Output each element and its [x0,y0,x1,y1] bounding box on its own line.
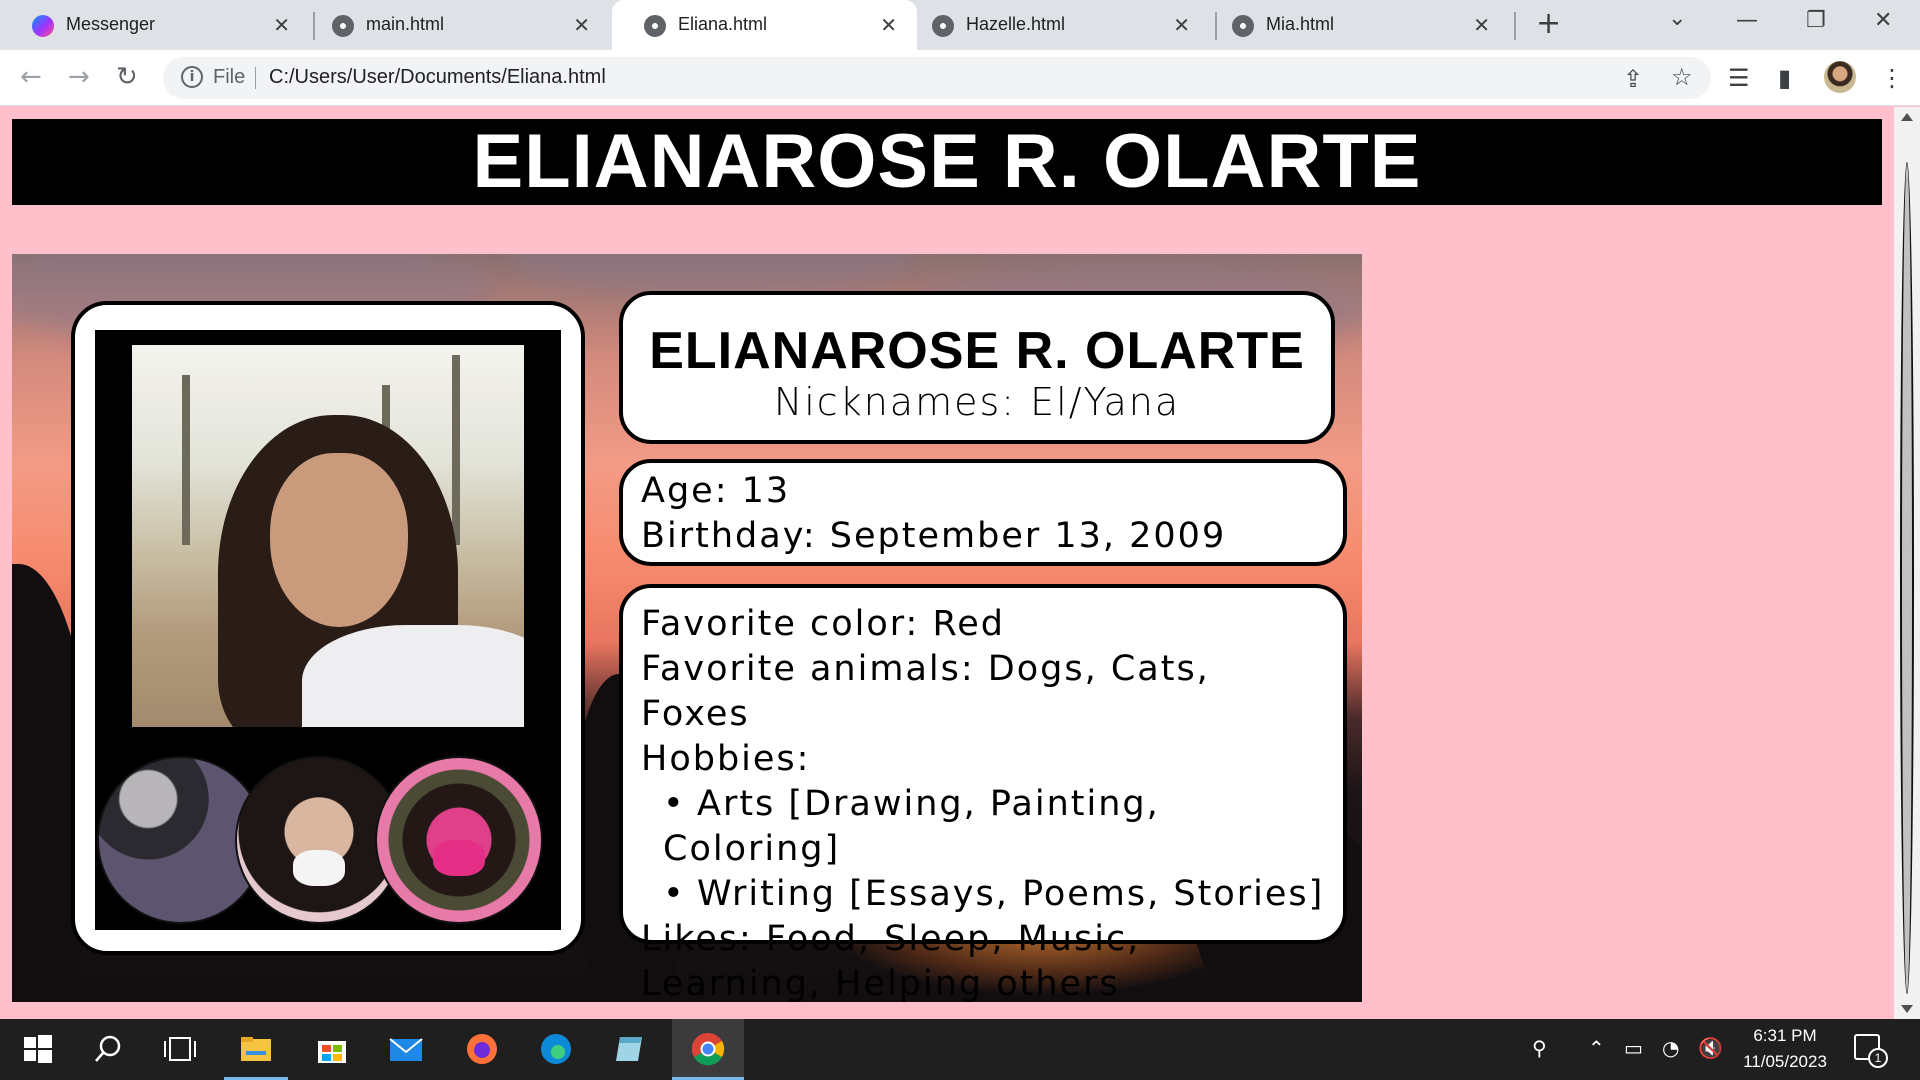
page-viewport: ELIANAROSE R. OLARTE ELIANAROSE R. OLART… [0,107,1894,1019]
back-icon[interactable]: ← [20,62,42,92]
new-tab-button[interactable]: + [1536,6,1561,41]
close-icon[interactable]: ✕ [1173,13,1190,38]
favorite-animals: Favorite animals: Dogs, Cats, Foxes [641,649,1210,734]
profile-photo [132,345,524,727]
favorite-color: Favorite color: Red [641,604,1005,644]
tab-eliana[interactable]: Eliana.html ✕ [612,0,917,50]
divider [255,67,256,89]
age-box: Age: 13 Birthday: September 13, 2009 [619,459,1347,566]
wifi-icon[interactable]: ◔ [1662,1036,1679,1060]
tab-search-chevron-icon[interactable]: ⌄ [1668,6,1686,31]
hero-section: ELIANAROSE R. OLARTE Nicknames: El/Yana … [12,254,1362,1002]
menu-icon[interactable]: ⋮ [1880,64,1904,92]
volume-muted-icon[interactable]: 🔇 [1698,1036,1723,1060]
reload-icon[interactable]: ↻ [116,62,138,92]
favorites-box: Favorite color: Red Favorite animals: Do… [619,584,1347,1002]
globe-icon [932,15,954,37]
share-icon[interactable]: ⇪ [1623,65,1643,93]
hobby-item: Writing [Essays, Poems, Stories] [663,872,1325,917]
tab-hazelle[interactable]: Hazelle.html ✕ [900,0,1210,50]
scroll-up-icon[interactable] [1901,113,1913,121]
vertical-scrollbar[interactable] [1894,107,1920,1019]
hobbies-label: Hobbies: [641,739,811,779]
info-icon[interactable]: i [181,66,203,88]
photo-frame [95,330,561,930]
hobby-item: Arts [Drawing, Painting, Coloring] [663,782,1325,872]
avatar[interactable] [1824,61,1856,93]
tab-main[interactable]: main.html ✕ [300,0,610,50]
globe-icon [644,15,666,37]
face [270,453,408,627]
notes-app-icon[interactable] [610,1029,650,1069]
nicknames: Nicknames: El/Yana [773,380,1181,424]
bookmark-star-icon[interactable]: ☆ [1671,63,1693,91]
photo-card [71,301,585,955]
microsoft-store-icon[interactable] [312,1029,352,1069]
media-control-icon[interactable]: ☰ [1728,64,1750,92]
windows-taskbar: ⚲ ⌃ ▭ ◔ 🔇 6:31 PM 11/05/2023 1 [0,1019,1920,1080]
windows-start-icon[interactable] [18,1029,58,1069]
firefox-icon[interactable] [462,1029,502,1069]
browser-toolbar: ← → ↻ i File C:/Users/User/Documents/Eli… [0,50,1920,106]
edge-icon[interactable] [536,1029,576,1069]
scrollbar-thumb[interactable] [1900,162,1914,994]
face-mask [433,840,485,876]
close-window-button[interactable]: ✕ [1874,8,1892,33]
globe-icon [332,15,354,37]
forward-icon[interactable]: → [68,62,90,92]
birthday: Birthday: September 13, 2009 [641,516,1227,556]
palm-tree [182,375,190,545]
messenger-icon [32,15,54,37]
tab-title: Eliana.html [678,14,768,34]
palm-tree [452,355,460,545]
system-clock[interactable]: 6:31 PM 11/05/2023 [1730,1023,1840,1075]
tab-title: Hazelle.html [966,14,1066,34]
notification-count-badge: 1 [1868,1048,1888,1068]
address-bar[interactable]: i File C:/Users/User/Documents/Eliana.ht… [163,57,1711,99]
chrome-icon[interactable] [688,1029,728,1069]
show-hidden-icons-chevron-icon[interactable]: ⌃ [1588,1036,1605,1060]
tab-title: Messenger [66,14,156,34]
scroll-down-icon[interactable] [1901,1005,1913,1013]
close-icon[interactable]: ✕ [880,13,897,38]
browser-tab-strip: Messenger ✕ main.html ✕ Eliana.html ✕ Ha… [0,0,1920,50]
tab-mia[interactable]: Mia.html ✕ [1200,0,1510,50]
scheme-label: File [213,66,246,88]
tab-title: main.html [366,14,445,34]
tab-title: Mia.html [1266,14,1335,34]
clock-date: 11/05/2023 [1743,1052,1827,1071]
name-box: ELIANAROSE R. OLARTE Nicknames: El/Yana [619,291,1335,444]
age: Age: 13 [641,471,791,511]
battery-icon[interactable]: ▭ [1624,1036,1643,1060]
face-mask [293,850,345,886]
globe-icon [1232,15,1254,37]
hobbies-list: Arts [Drawing, Painting, Coloring] Writi… [641,782,1325,917]
page-title: ELIANAROSE R. OLARTE [12,119,1882,205]
people-icon[interactable]: ⚲ [1532,1036,1547,1060]
close-icon[interactable]: ✕ [573,13,590,38]
url-text[interactable]: C:/Users/User/Documents/Eliana.html [269,66,606,89]
minimize-button[interactable]: — [1736,8,1758,33]
side-panel-icon[interactable]: ▮ [1778,64,1791,92]
close-icon[interactable]: ✕ [273,13,290,38]
task-view-icon[interactable] [160,1029,200,1069]
restore-button[interactable]: ❐ [1806,8,1826,33]
profile-name: ELIANAROSE R. OLARTE [649,322,1305,380]
notification-center-icon[interactable]: 1 [1854,1034,1888,1068]
tab-separator [1514,12,1516,40]
file-explorer-icon[interactable] [236,1029,276,1069]
mail-icon[interactable] [386,1029,426,1069]
likes: Likes: Food, Sleep, Music, Learning, Hel… [641,919,1141,1002]
close-icon[interactable]: ✕ [1473,13,1490,38]
search-icon[interactable] [88,1029,128,1069]
shirt [302,625,524,727]
thumbnail-photo-3 [375,756,543,924]
clock-time: 6:31 PM [1753,1026,1817,1045]
cloud [512,254,912,294]
tab-messenger[interactable]: Messenger ✕ [0,0,310,50]
